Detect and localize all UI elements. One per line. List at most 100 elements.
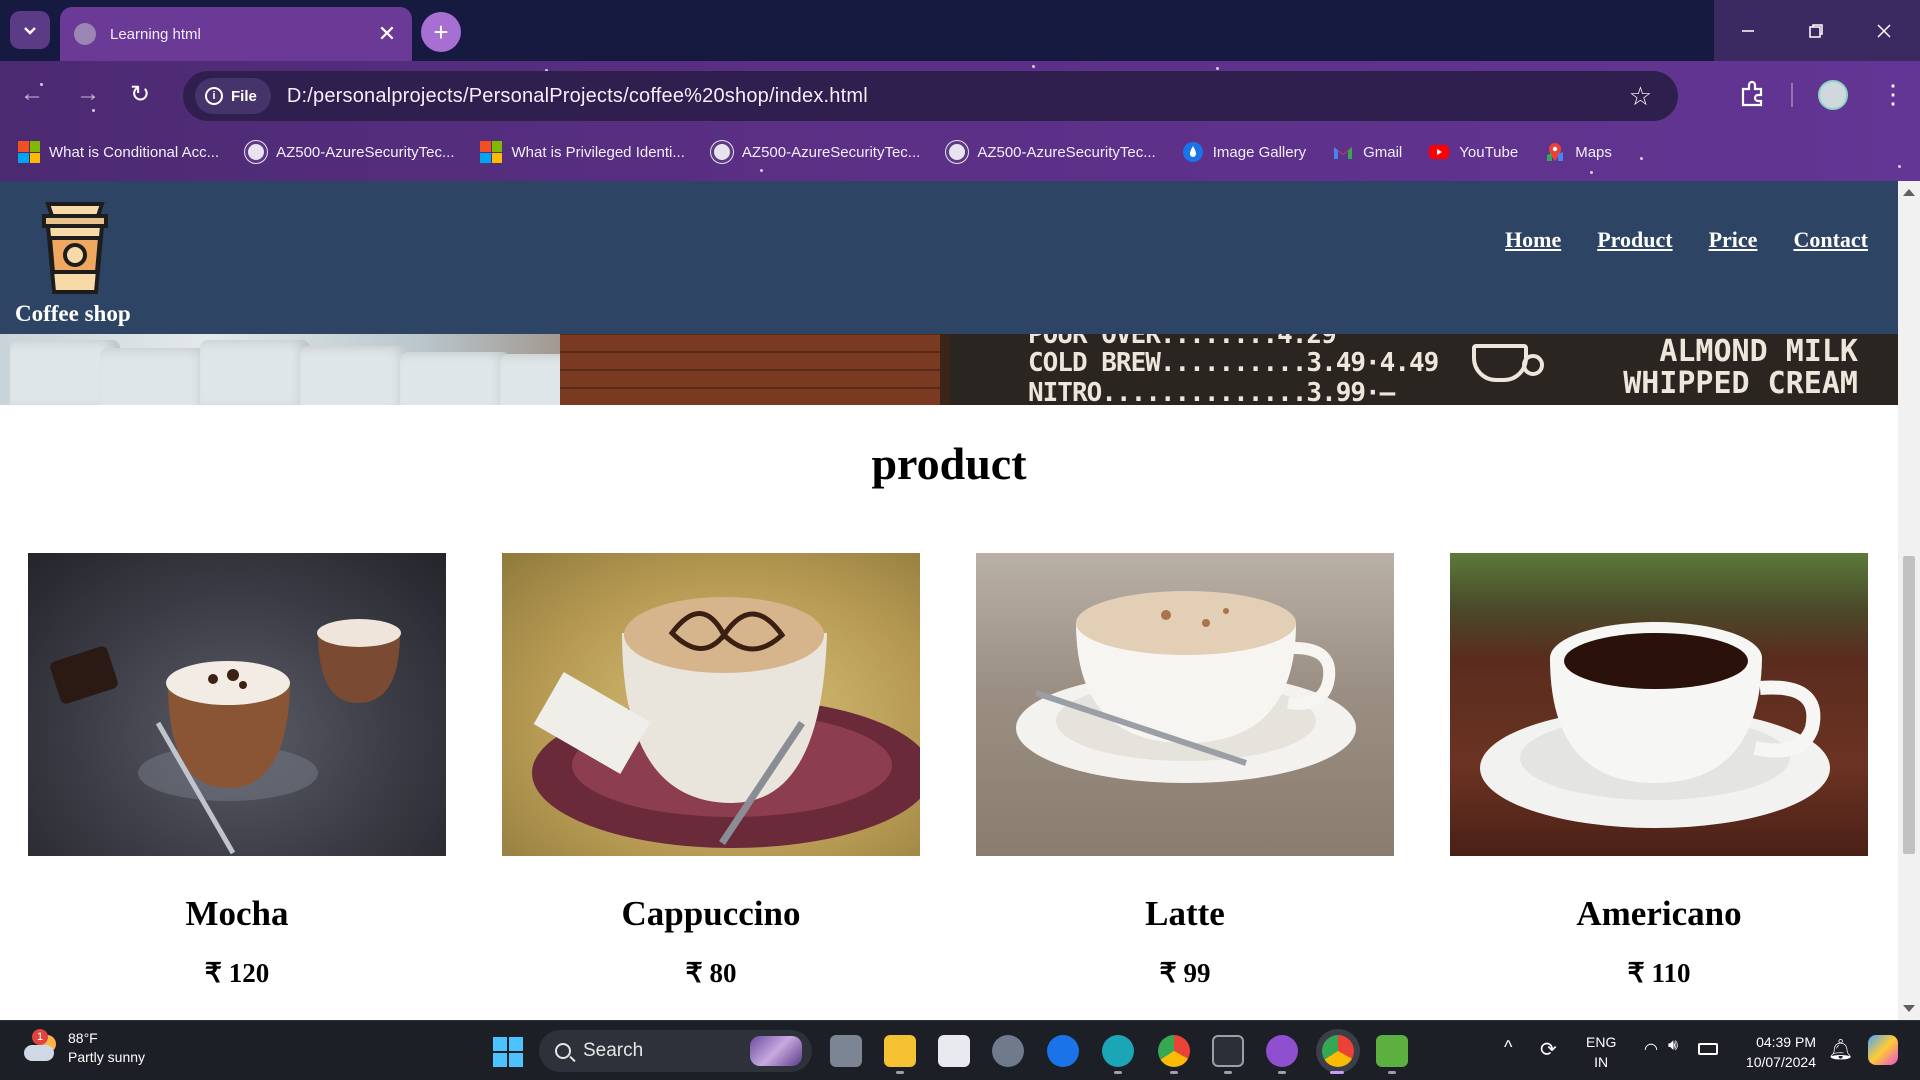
edge-icon[interactable] [1102, 1035, 1134, 1067]
close-icon[interactable]: ✕ [376, 21, 398, 47]
maps-icon [1547, 143, 1564, 161]
bookmark-item[interactable]: Image Gallery [1182, 141, 1306, 163]
address-bar[interactable]: i File D:/personalprojects/PersonalProje… [183, 71, 1678, 121]
scroll-down-arrow-icon[interactable] [1903, 1005, 1915, 1012]
site-info-chip[interactable]: i File [195, 78, 271, 114]
store-icon[interactable] [938, 1035, 970, 1067]
product-price: ₹ 120 [204, 958, 270, 988]
file-chip-label: File [231, 87, 257, 105]
start-button[interactable] [493, 1037, 523, 1067]
volume-icon[interactable]: 🔊︎ [1668, 1037, 1678, 1055]
drop-icon [1182, 142, 1203, 162]
bookmark-label: AZ500-AzureSecurityTec... [741, 143, 921, 161]
search-icon [555, 1043, 571, 1059]
nav-link-product[interactable]: Product [1597, 227, 1672, 253]
cup-drawing-icon [1472, 344, 1544, 382]
more-menu-icon[interactable]: ⋮ [1880, 80, 1906, 108]
copilot-icon[interactable] [1868, 1035, 1898, 1065]
profile-avatar[interactable] [1818, 80, 1848, 110]
bookmark-item[interactable]: What is Conditional Acc... [18, 141, 219, 163]
globe-icon [74, 23, 96, 45]
notifications-bell-icon[interactable]: 🔔︎ [1828, 1037, 1853, 1062]
brand-name: Coffee shop [15, 301, 131, 326]
microsoft-icon [480, 141, 503, 163]
extensions-icon[interactable] [1738, 79, 1768, 109]
nav-link-home[interactable]: Home [1505, 227, 1561, 253]
site-nav: Home Product Price Contact [1505, 227, 1868, 253]
forward-icon[interactable]: → [76, 80, 100, 108]
bookmark-label: YouTube [1459, 143, 1519, 161]
tab-active[interactable]: Learning html ✕ [60, 7, 412, 61]
menu-chalkboard-image: POUR OVER........4.29 COLD BREW.........… [950, 334, 1898, 405]
product-card: Cappuccino ₹ 80 [502, 553, 920, 989]
cappuccino-image [502, 553, 920, 856]
bookmark-item[interactable]: AZ500-AzureSecurityTec... [245, 141, 454, 163]
product-name: Mocha [185, 894, 289, 933]
scrollbar-thumb[interactable] [1903, 556, 1915, 854]
bookmark-item[interactable]: YouTube [1428, 141, 1518, 163]
clock[interactable]: 04:39 PM 10/07/2024 [1732, 1032, 1816, 1072]
tab-title: Learning html [110, 25, 201, 43]
bookmarks-bar: What is Conditional Acc... AZ500-AzureSe… [0, 133, 1920, 171]
battery-icon[interactable] [1698, 1043, 1718, 1055]
minimize-icon [1742, 29, 1754, 32]
nav-link-price[interactable]: Price [1709, 227, 1758, 253]
url-text[interactable]: D:/personalprojects/PersonalProjects/cof… [287, 85, 868, 108]
weather-widget[interactable]: 1 88°F Partly sunny [24, 1029, 145, 1067]
minimize-button[interactable] [1714, 0, 1782, 61]
close-window-button[interactable] [1850, 0, 1918, 61]
show-hidden-icons-icon[interactable]: ^ [1504, 1037, 1512, 1058]
globe-icon [245, 141, 268, 163]
scroll-up-arrow-icon[interactable] [1903, 189, 1915, 196]
language-bottom: IN [1594, 1054, 1609, 1070]
close-icon [1877, 23, 1891, 38]
coffee-cup-logo-icon [42, 202, 108, 294]
bookmark-star-icon[interactable]: ☆ [1629, 81, 1652, 112]
back-icon[interactable]: ← [20, 80, 44, 108]
tab-search-button[interactable] [10, 11, 50, 49]
bookmark-label: AZ500-AzureSecurityTec... [977, 143, 1156, 161]
settings-gear-icon[interactable] [992, 1035, 1024, 1067]
info-icon: i [205, 87, 223, 105]
product-name: Latte [1145, 894, 1225, 933]
bookmark-item[interactable]: AZ500-AzureSecurityTec... [710, 141, 921, 163]
task-view-icon[interactable] [830, 1035, 862, 1067]
terminal-icon[interactable] [1212, 1035, 1244, 1067]
hero-banner-image: POUR OVER........4.29 COLD BREW.........… [0, 334, 1898, 405]
github-desktop-icon[interactable] [1266, 1035, 1298, 1067]
tab-strip: Learning html ✕ + [0, 0, 1920, 61]
taskbar-search[interactable]: Search [539, 1030, 812, 1072]
bookmark-label: Image Gallery [1212, 143, 1307, 161]
bookmark-item[interactable]: What is Privileged Identi... [480, 141, 685, 163]
nav-link-contact[interactable]: Contact [1793, 227, 1868, 253]
board-right-2: WHIPPED CREAM [1623, 366, 1858, 401]
mocha-image [28, 553, 446, 856]
wifi-icon[interactable]: ◠ [1644, 1039, 1658, 1059]
notepad-icon[interactable] [1376, 1035, 1408, 1067]
chrome-icon[interactable] [1158, 1035, 1190, 1067]
product-price: ₹ 80 [685, 958, 737, 988]
brick-wall-image [560, 334, 940, 405]
notification-badge: 1 [32, 1029, 48, 1045]
search-label: Search [583, 1040, 644, 1061]
page-scrollbar[interactable] [1898, 181, 1920, 1020]
chrome-active-icon[interactable] [1322, 1035, 1354, 1067]
americano-image [1450, 553, 1868, 856]
language-indicator[interactable]: ENG IN [1586, 1032, 1616, 1072]
new-tab-button[interactable]: + [421, 12, 461, 52]
chevron-down-icon [24, 27, 36, 35]
product-name: Americano [1576, 894, 1742, 933]
file-explorer-icon[interactable] [884, 1035, 916, 1067]
reload-icon[interactable]: ↻ [130, 80, 150, 109]
bookmark-item[interactable]: Maps [1544, 141, 1612, 163]
bookmark-item[interactable]: Gmail [1332, 141, 1402, 163]
sync-icon[interactable]: ⟳ [1540, 1037, 1557, 1062]
bookmark-label: Maps [1575, 143, 1612, 161]
taskbar: 1 88°F Partly sunny Search ^ ⟳ ENG IN ◠ … [0, 1020, 1920, 1080]
bookmark-label: What is Privileged Identi... [511, 143, 685, 161]
site-header: Coffee shop Home Product Price Contact [0, 181, 1898, 334]
help-icon[interactable] [1047, 1035, 1079, 1067]
restore-button[interactable] [1782, 0, 1850, 61]
bookmark-label: AZ500-AzureSecurityTec... [276, 143, 455, 161]
bookmark-item[interactable]: AZ500-AzureSecurityTec... [946, 141, 1156, 163]
